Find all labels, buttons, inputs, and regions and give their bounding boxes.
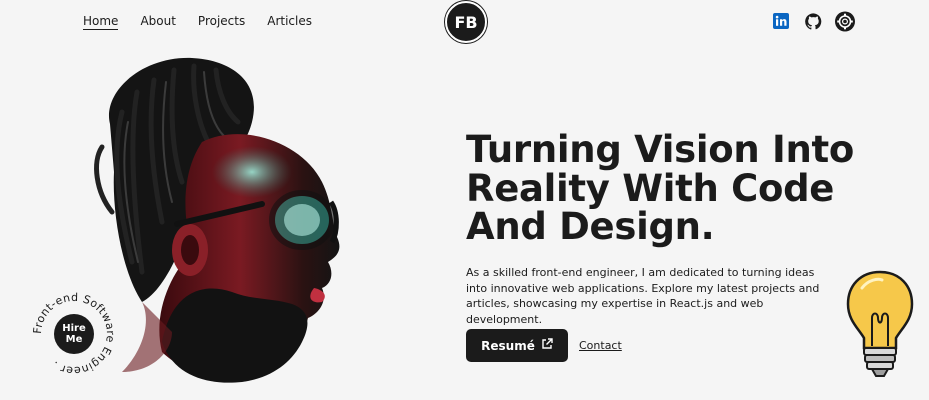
github-icon[interactable] <box>803 11 823 31</box>
logo[interactable]: FB <box>445 1 487 43</box>
nav-link-projects[interactable]: Projects <box>198 13 245 30</box>
nav-link-home[interactable]: Home <box>83 13 119 30</box>
profile-illustration <box>94 57 340 383</box>
social-links <box>771 11 855 31</box>
resume-button-label: Resumé <box>481 338 535 353</box>
nav-link-about[interactable]: About <box>140 13 175 30</box>
hire-me-button[interactable]: Hire Me <box>54 314 94 354</box>
hire-me-badge: Front-end Software Engineer . Hire Me <box>30 290 118 378</box>
nav-link-articles[interactable]: Articles <box>267 13 312 30</box>
resume-button[interactable]: Resumé <box>466 329 568 362</box>
external-link-icon <box>541 338 553 353</box>
hero-headline: Turning Vision Into Reality With Code An… <box>466 128 855 248</box>
hero-intro: As a skilled front-end engineer, I am de… <box>466 266 820 326</box>
dribbble-icon[interactable] <box>835 11 855 31</box>
navbar: Home About Projects Articles FB <box>0 0 929 44</box>
nav-links: Home About Projects Articles <box>83 13 312 30</box>
linkedin-icon[interactable] <box>771 11 791 31</box>
contact-link[interactable]: Contact <box>579 339 622 352</box>
lightbulb-icon <box>846 270 914 377</box>
